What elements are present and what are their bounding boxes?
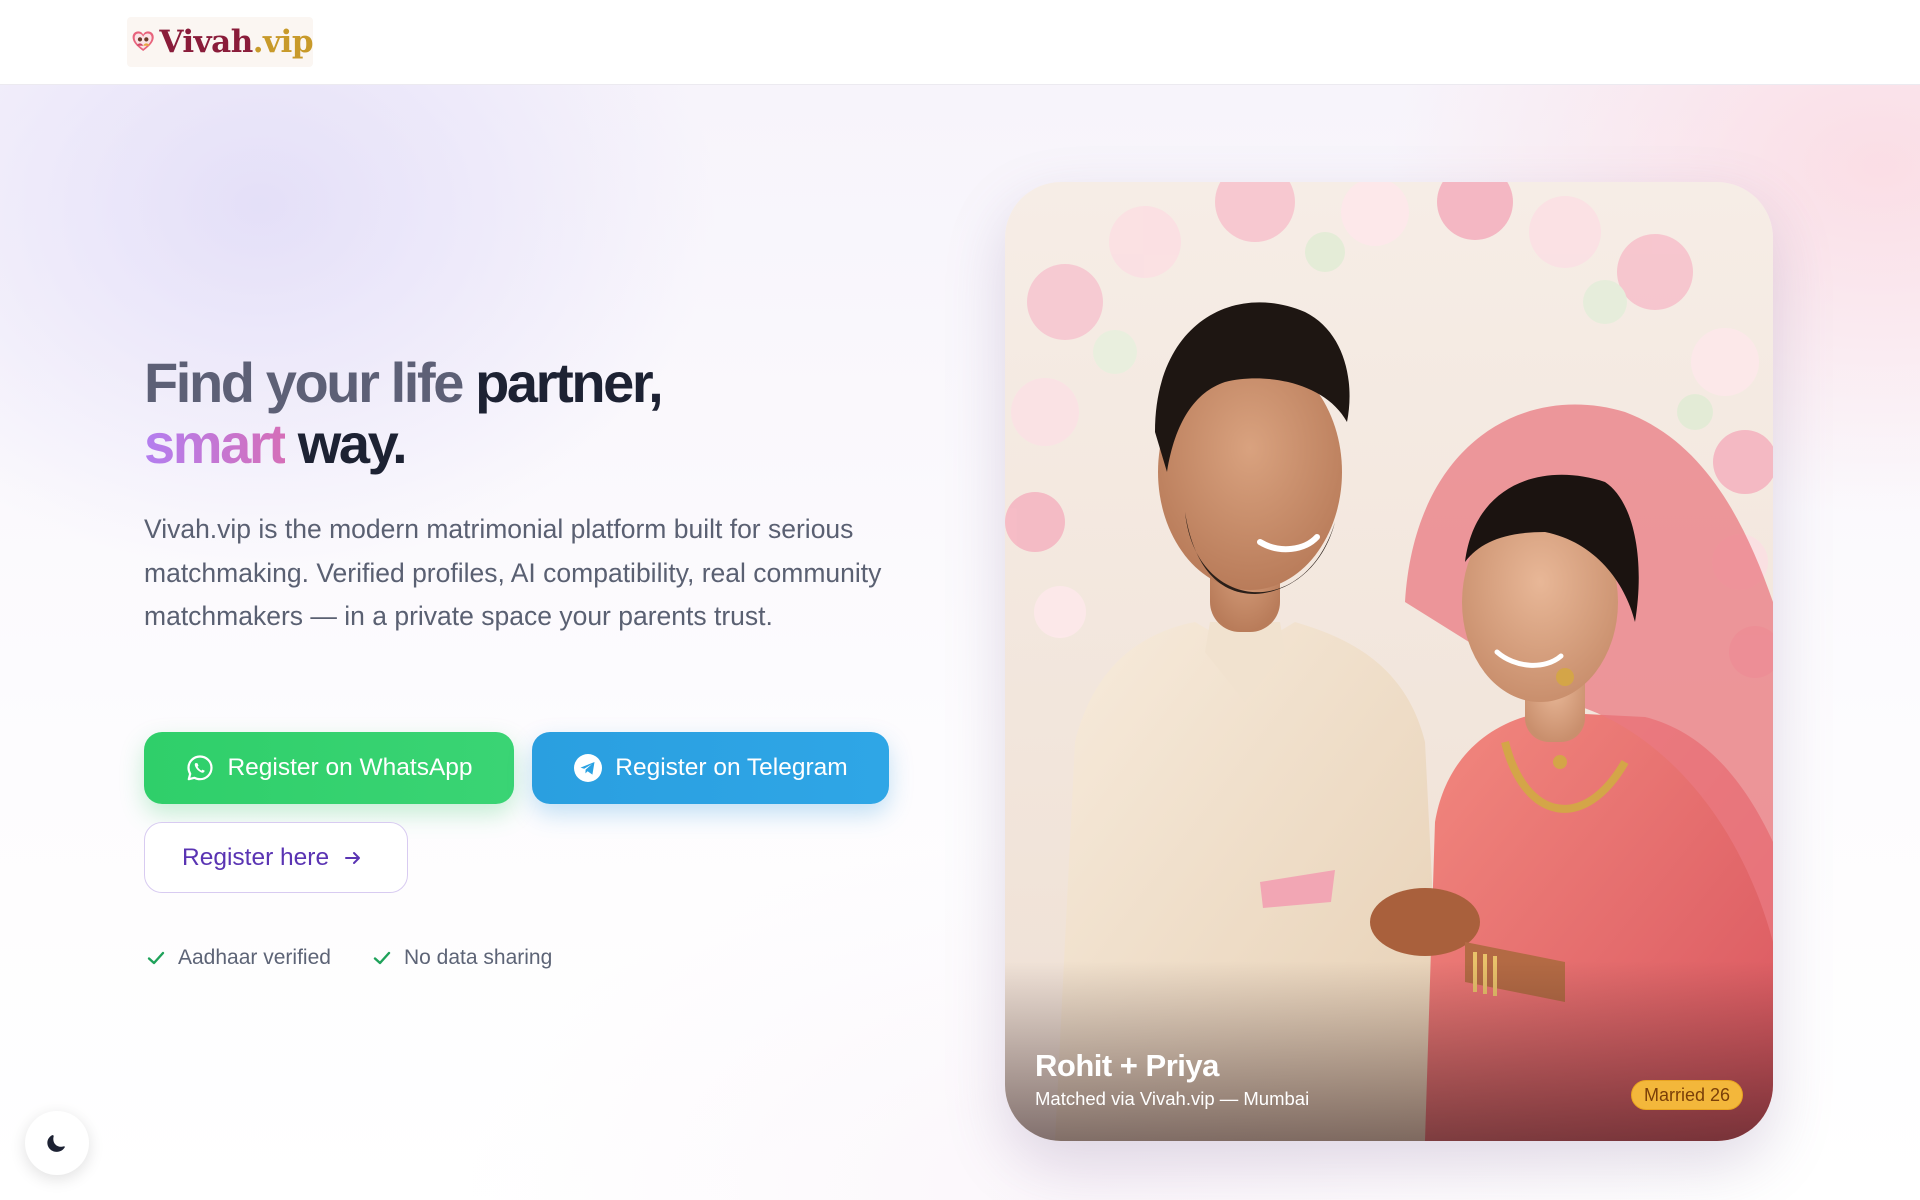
register-here-label: Register here	[182, 843, 330, 871]
brand-logo[interactable]: Vivah.vip	[127, 17, 314, 67]
trust-item-aadhaar: Aadhaar verified	[146, 944, 331, 972]
theme-toggle-button[interactable]	[25, 1111, 89, 1175]
heart-logo-icon	[132, 31, 154, 51]
telegram-button-label: Register on Telegram	[615, 754, 848, 781]
couple-photo-card: Rohit + Priya Matched via Vivah.vip — Mu…	[1005, 182, 1773, 1141]
hero-description: Vivah.vip is the modern matrimonial plat…	[144, 514, 882, 631]
trust-item-no-data-sharing: No data sharing	[372, 944, 552, 972]
whatsapp-icon	[187, 755, 214, 781]
match-caption: Matched via Vivah.vip — Mumbai	[1035, 1088, 1310, 1109]
arrow-right-icon	[345, 851, 361, 864]
whatsapp-button-label: Register on WhatsApp	[227, 754, 473, 781]
register-whatsapp-button[interactable]: Register on WhatsApp	[144, 732, 514, 804]
married-badge: Married 26	[1630, 1080, 1743, 1110]
moon-icon	[47, 1135, 65, 1152]
brand-wordmark: Vivah.vip	[159, 23, 313, 60]
trust-label: Aadhaar verified	[178, 946, 331, 969]
site-header: Vivah.vip	[0, 0, 1920, 85]
trust-label: No data sharing	[404, 946, 553, 969]
register-here-button[interactable]: Register here	[144, 822, 408, 893]
register-telegram-button[interactable]: Register on Telegram	[532, 732, 889, 804]
check-icon	[373, 951, 391, 965]
telegram-icon	[574, 754, 603, 782]
check-icon	[147, 951, 165, 965]
hero-headline: Find your life partner, smart way.	[144, 351, 664, 475]
couple-name: Rohit + Priya	[1035, 1048, 1219, 1083]
